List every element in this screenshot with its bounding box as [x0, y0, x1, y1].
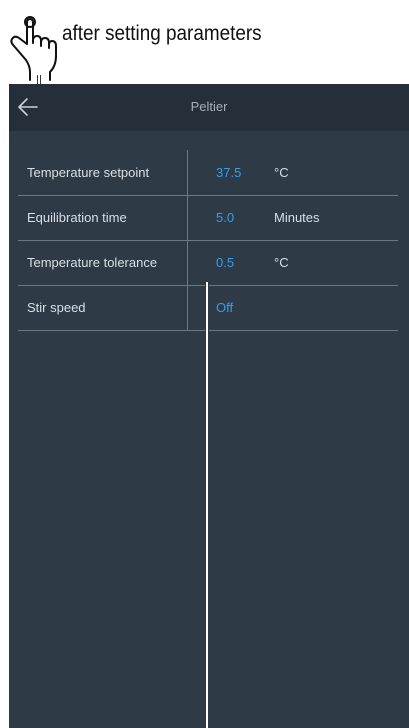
column-divider	[187, 285, 188, 330]
column-divider	[187, 150, 188, 195]
page-title: Peltier	[190, 99, 228, 114]
param-label: Temperature setpoint	[27, 165, 150, 180]
param-value-equilibration-time[interactable]: 5.0	[216, 210, 234, 225]
param-label: Equilibration time	[27, 210, 127, 225]
param-value-temperature-tolerance[interactable]: 0.5	[216, 255, 234, 270]
param-row-temperature-setpoint[interactable]: Temperature setpoint 37.5 °C	[18, 150, 398, 196]
header-bar: Peltier	[9, 84, 409, 131]
param-row-temperature-tolerance[interactable]: Temperature tolerance 0.5 °C	[18, 240, 398, 286]
annotation-caption: after setting parameters	[62, 22, 262, 45]
param-unit: °C	[274, 165, 289, 180]
column-divider	[187, 195, 188, 240]
instruction-annotation: after setting parameters	[0, 0, 409, 90]
param-row-equilibration-time[interactable]: Equilibration time 5.0 Minutes	[18, 195, 398, 241]
device-screen: Peltier Temperature setpoint 37.5 °C Equ…	[9, 84, 409, 728]
param-value-temperature-setpoint[interactable]: 37.5	[216, 165, 241, 180]
column-divider	[187, 240, 188, 285]
param-value-stir-speed[interactable]: Off	[216, 300, 233, 315]
param-unit: °C	[274, 255, 289, 270]
callout-line	[205, 282, 209, 728]
param-label: Temperature tolerance	[27, 255, 158, 270]
param-unit: Minutes	[274, 210, 320, 225]
param-label: Stir speed	[27, 300, 86, 315]
hand-pointer-icon	[10, 16, 57, 81]
